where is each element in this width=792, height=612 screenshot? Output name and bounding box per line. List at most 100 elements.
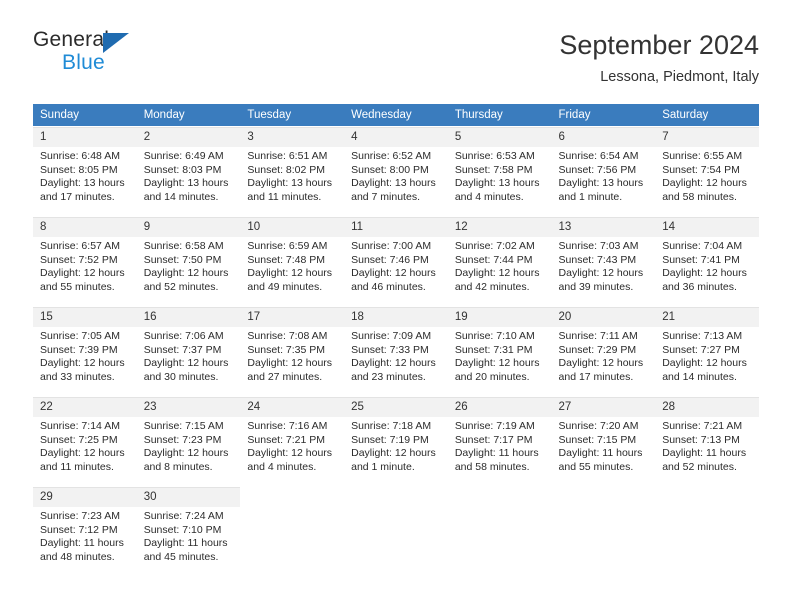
calendar-body: 1 Sunrise: 6:48 AM Sunset: 8:05 PM Daylight… bbox=[33, 126, 759, 576]
empty-cell-filler bbox=[240, 486, 344, 576]
day-cell-content[interactable]: 3 Sunrise: 6:51 AM Sunset: 8:02 PM Daylight… bbox=[240, 126, 345, 216]
day-number: 12 bbox=[447, 217, 552, 237]
day-number: 13 bbox=[551, 217, 656, 237]
calendar-day-cell: 29 Sunrise: 7:23 AM Sunset: 7:12 PM Dayligh… bbox=[33, 486, 137, 576]
sunset-text: Sunset: 8:02 PM bbox=[247, 163, 326, 176]
calendar-day-cell: 14 Sunrise: 7:04 AM Sunset: 7:41 PM Dayligh… bbox=[655, 216, 759, 306]
calendar-day-cell: 4 Sunrise: 6:52 AM Sunset: 8:00 PM Daylight… bbox=[344, 126, 448, 216]
day-sun-info: Sunrise: 7:04 AM Sunset: 7:41 PM Daylight:… bbox=[655, 237, 759, 294]
sunrise-text: Sunrise: 7:05 AM bbox=[40, 330, 120, 342]
calendar-page: General Blue September 2024 Lessona, Pie… bbox=[0, 0, 792, 612]
sunset-text: Sunset: 7:19 PM bbox=[351, 433, 429, 446]
daylight-text-line1: Daylight: 13 hours bbox=[40, 177, 125, 190]
daylight-text-line2: and 30 minutes. bbox=[143, 370, 219, 383]
sunrise-text: Sunrise: 7:20 AM bbox=[558, 420, 639, 432]
calendar-day-cell: 18 Sunrise: 7:09 AM Sunset: 7:33 PM Dayligh… bbox=[344, 306, 448, 396]
day-sun-info: Sunrise: 6:54 AM Sunset: 7:56 PM Daylight:… bbox=[552, 147, 656, 204]
calendar-cell-empty bbox=[655, 486, 759, 576]
daylight-text-line2: and 23 minutes. bbox=[351, 370, 426, 383]
sunset-text: Sunset: 7:33 PM bbox=[351, 343, 429, 356]
day-cell-content[interactable]: 9 Sunrise: 6:58 AM Sunset: 7:50 PM Daylight… bbox=[136, 216, 241, 306]
daylight-text-line2: and 14 minutes. bbox=[143, 190, 219, 203]
page-title: September 2024 bbox=[559, 30, 759, 60]
calendar-day-cell: 10 Sunrise: 6:59 AM Sunset: 7:48 PM Dayligh… bbox=[240, 216, 345, 306]
day-cell-content[interactable]: 1 Sunrise: 6:48 AM Sunset: 8:05 PM Daylight… bbox=[33, 126, 137, 216]
calendar-day-cell: 30 Sunrise: 7:24 AM Sunset: 7:10 PM Dayligh… bbox=[136, 486, 241, 576]
sunset-text: Sunset: 7:15 PM bbox=[558, 433, 637, 446]
empty-cell-filler bbox=[448, 486, 552, 576]
daylight-text-line2: and 11 minutes. bbox=[247, 190, 322, 203]
day-cell-content[interactable]: 2 Sunrise: 6:49 AM Sunset: 8:03 PM Daylight… bbox=[136, 126, 241, 216]
calendar-day-cell: 9 Sunrise: 6:58 AM Sunset: 7:50 PM Daylight… bbox=[136, 216, 241, 306]
day-cell-content[interactable]: 23 Sunrise: 7:15 AM Sunset: 7:23 PM Dayligh… bbox=[136, 396, 241, 486]
day-cell-content[interactable]: 19 Sunrise: 7:10 AM Sunset: 7:31 PM Dayligh… bbox=[447, 306, 552, 396]
day-cell-content[interactable]: 17 Sunrise: 7:08 AM Sunset: 7:35 PM Dayligh… bbox=[240, 306, 345, 396]
day-cell-content[interactable]: 25 Sunrise: 7:18 AM Sunset: 7:19 PM Dayligh… bbox=[344, 396, 448, 486]
sunset-text: Sunset: 7:31 PM bbox=[454, 343, 533, 356]
daylight-text-line2: and 1 minute. bbox=[351, 460, 415, 473]
sunset-text: Sunset: 8:03 PM bbox=[143, 163, 222, 176]
calendar-day-cell: 15 Sunrise: 7:05 AM Sunset: 7:39 PM Dayligh… bbox=[33, 306, 137, 396]
general-blue-logo[interactable]: General Blue bbox=[33, 28, 213, 84]
day-number: 7 bbox=[655, 127, 759, 147]
day-number: 3 bbox=[240, 127, 345, 147]
day-sun-info: Sunrise: 7:13 AM Sunset: 7:27 PM Daylight:… bbox=[655, 327, 759, 384]
day-cell-content[interactable]: 12 Sunrise: 7:02 AM Sunset: 7:44 PM Dayligh… bbox=[447, 216, 552, 306]
day-cell-content[interactable]: 18 Sunrise: 7:09 AM Sunset: 7:33 PM Dayligh… bbox=[344, 306, 448, 396]
calendar-day-cell: 24 Sunrise: 7:16 AM Sunset: 7:21 PM Dayligh… bbox=[240, 396, 345, 486]
day-cell-content[interactable]: 20 Sunrise: 7:11 AM Sunset: 7:29 PM Dayligh… bbox=[551, 306, 656, 396]
day-sun-info: Sunrise: 7:24 AM Sunset: 7:10 PM Daylight:… bbox=[137, 507, 241, 564]
day-cell-content[interactable]: 15 Sunrise: 7:05 AM Sunset: 7:39 PM Dayligh… bbox=[33, 306, 137, 396]
day-cell-content[interactable]: 16 Sunrise: 7:06 AM Sunset: 7:37 PM Dayligh… bbox=[136, 306, 241, 396]
day-number: 24 bbox=[240, 397, 345, 417]
daylight-text-line1: Daylight: 12 hours bbox=[351, 447, 436, 460]
daylight-text-line1: Daylight: 11 hours bbox=[40, 537, 124, 550]
sunrise-text: Sunrise: 7:19 AM bbox=[454, 420, 535, 432]
calendar-day-cell: 7 Sunrise: 6:55 AM Sunset: 7:54 PM Daylight… bbox=[655, 126, 759, 216]
daylight-text-line2: and 52 minutes. bbox=[662, 460, 737, 473]
location-subtitle: Lessona, Piedmont, Italy bbox=[600, 69, 759, 85]
day-cell-content[interactable]: 13 Sunrise: 7:03 AM Sunset: 7:43 PM Dayligh… bbox=[551, 216, 656, 306]
day-cell-content[interactable]: 21 Sunrise: 7:13 AM Sunset: 7:27 PM Dayligh… bbox=[655, 306, 759, 396]
calendar-day-cell: 23 Sunrise: 7:15 AM Sunset: 7:23 PM Dayligh… bbox=[136, 396, 241, 486]
day-cell-content[interactable]: 24 Sunrise: 7:16 AM Sunset: 7:21 PM Dayligh… bbox=[240, 396, 345, 486]
day-number: 17 bbox=[240, 307, 345, 327]
day-cell-content[interactable]: 26 Sunrise: 7:19 AM Sunset: 7:17 PM Dayligh… bbox=[447, 396, 552, 486]
sunset-text: Sunset: 7:50 PM bbox=[143, 253, 222, 266]
day-cell-content[interactable]: 5 Sunrise: 6:53 AM Sunset: 7:58 PM Daylight… bbox=[447, 126, 552, 216]
day-number: 2 bbox=[136, 127, 241, 147]
day-cell-content[interactable]: 22 Sunrise: 7:14 AM Sunset: 7:25 PM Dayligh… bbox=[33, 396, 137, 486]
day-cell-content[interactable]: 29 Sunrise: 7:23 AM Sunset: 7:12 PM Dayligh… bbox=[33, 486, 137, 576]
sunrise-text: Sunrise: 6:53 AM bbox=[454, 150, 535, 162]
day-cell-content[interactable]: 6 Sunrise: 6:54 AM Sunset: 7:56 PM Daylight… bbox=[551, 126, 656, 216]
day-sun-info: Sunrise: 6:55 AM Sunset: 7:54 PM Daylight:… bbox=[655, 147, 759, 204]
daylight-text-line2: and 49 minutes. bbox=[247, 280, 323, 293]
empty-cell-filler bbox=[655, 486, 759, 576]
sunset-text: Sunset: 7:10 PM bbox=[143, 523, 222, 536]
calendar-day-cell: 6 Sunrise: 6:54 AM Sunset: 7:56 PM Daylight… bbox=[551, 126, 656, 216]
daylight-text-line1: Daylight: 13 hours bbox=[558, 177, 644, 190]
sunrise-text: Sunrise: 7:04 AM bbox=[662, 240, 743, 252]
empty-cell-filler bbox=[344, 486, 448, 576]
day-sun-info: Sunrise: 6:53 AM Sunset: 7:58 PM Daylight:… bbox=[448, 147, 552, 204]
day-cell-content[interactable]: 11 Sunrise: 7:00 AM Sunset: 7:46 PM Dayligh… bbox=[344, 216, 448, 306]
day-number: 22 bbox=[33, 397, 137, 417]
daylight-text-line2: and 20 minutes. bbox=[454, 370, 530, 383]
day-cell-content[interactable]: 7 Sunrise: 6:55 AM Sunset: 7:54 PM Daylight… bbox=[655, 126, 759, 216]
daylight-text-line1: Daylight: 12 hours bbox=[662, 177, 747, 190]
day-cell-content[interactable]: 4 Sunrise: 6:52 AM Sunset: 8:00 PM Daylight… bbox=[344, 126, 448, 216]
sunset-text: Sunset: 7:17 PM bbox=[454, 433, 533, 446]
weekday-header-wednesday: Wednesday bbox=[344, 104, 448, 126]
day-number: 10 bbox=[240, 217, 345, 237]
day-cell-content[interactable]: 28 Sunrise: 7:21 AM Sunset: 7:13 PM Dayligh… bbox=[655, 396, 759, 486]
day-number: 19 bbox=[447, 307, 552, 327]
day-cell-content[interactable]: 8 Sunrise: 6:57 AM Sunset: 7:52 PM Daylight… bbox=[33, 216, 137, 306]
day-cell-content[interactable]: 10 Sunrise: 6:59 AM Sunset: 7:48 PM Dayligh… bbox=[240, 216, 345, 306]
weekday-header-monday: Monday bbox=[136, 104, 241, 126]
day-cell-content[interactable]: 14 Sunrise: 7:04 AM Sunset: 7:41 PM Dayligh… bbox=[655, 216, 759, 306]
day-cell-content[interactable]: 30 Sunrise: 7:24 AM Sunset: 7:10 PM Dayligh… bbox=[136, 486, 241, 576]
daylight-text-line1: Daylight: 12 hours bbox=[351, 267, 436, 280]
day-number: 25 bbox=[344, 397, 448, 417]
day-cell-content[interactable]: 27 Sunrise: 7:20 AM Sunset: 7:15 PM Dayligh… bbox=[551, 396, 656, 486]
calendar-day-cell: 16 Sunrise: 7:06 AM Sunset: 7:37 PM Dayligh… bbox=[136, 306, 241, 396]
